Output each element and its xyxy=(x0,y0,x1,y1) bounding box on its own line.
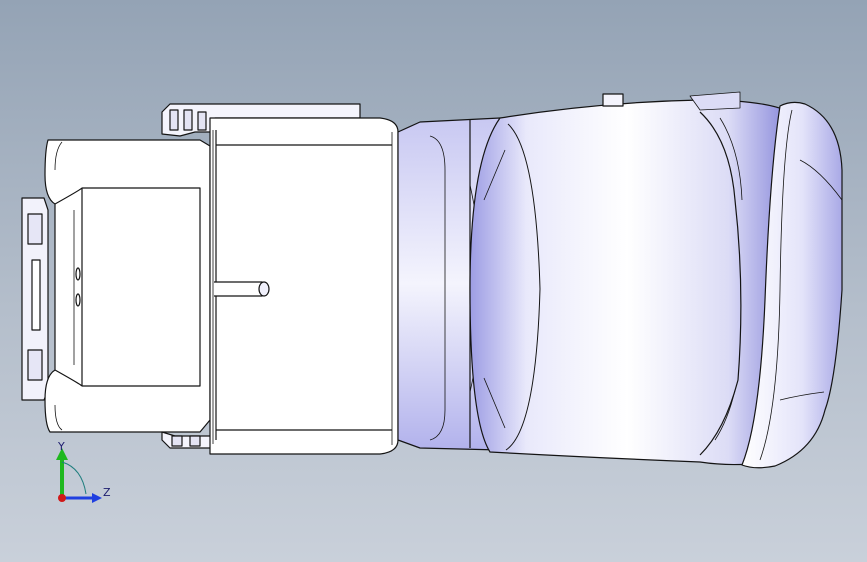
y-axis-label: Y xyxy=(58,440,65,453)
coordinate-triad: Y Z xyxy=(48,438,118,510)
z-axis-label: Z xyxy=(103,486,111,499)
top-tab xyxy=(602,93,624,107)
flange-slot-top xyxy=(27,213,43,245)
3d-model-part[interactable] xyxy=(0,0,867,562)
x-axis-origin-icon xyxy=(58,494,66,502)
motor-housing xyxy=(44,139,211,433)
flange-slot-bottom xyxy=(27,349,43,381)
bottom-bracket xyxy=(161,431,216,449)
shaft-pin xyxy=(214,281,267,297)
main-shell xyxy=(469,99,786,466)
cad-viewport[interactable]: Y Z xyxy=(0,0,867,562)
